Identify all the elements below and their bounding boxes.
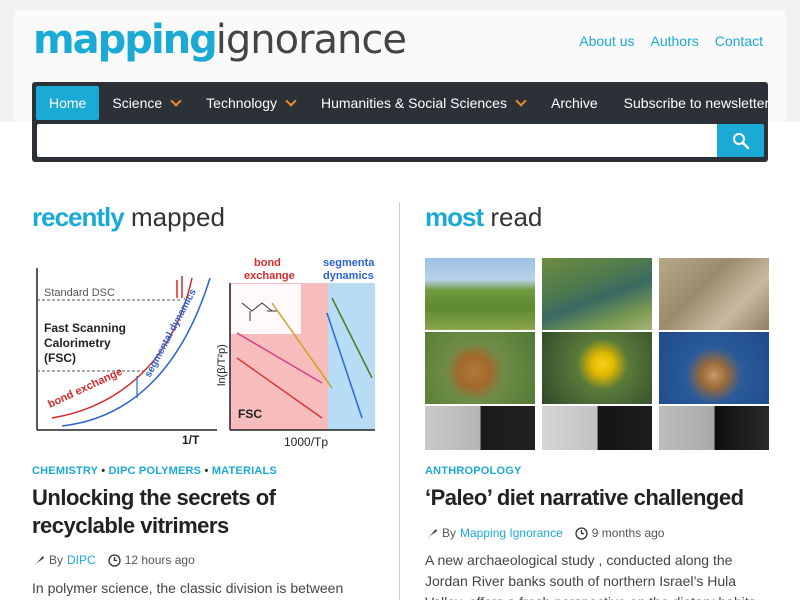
excerpt-line: A new archaeological study , conducted a… <box>425 552 733 568</box>
x-label-left: 1/T <box>182 433 200 447</box>
site-logo[interactable]: mappingignorance <box>33 16 407 64</box>
chevron-down-icon <box>515 95 527 107</box>
nav-item-label: Humanities & Social Sciences <box>321 95 507 111</box>
article-image-grid[interactable] <box>425 258 769 450</box>
article-categories: CHEMISTRY • DIPC POLYMERS • MATERIALS <box>32 465 277 477</box>
nav-item-label: Archive <box>550 95 598 111</box>
clock-icon <box>575 526 588 540</box>
fsc-line1: Fast Scanning <box>44 321 126 335</box>
standard-dsc-label: Standard DSC <box>44 287 115 299</box>
article-figure[interactable]: Standard DSC Fast Scanning Calorimetry (… <box>32 257 375 450</box>
fsc-line3: (FSC) <box>44 351 76 365</box>
author-link[interactable]: Mapping Ignorance <box>460 526 563 540</box>
authors-link[interactable]: Authors <box>651 33 699 49</box>
nav-item-science[interactable]: Science <box>99 86 193 120</box>
column-divider <box>399 202 400 600</box>
nav-item-home[interactable]: Home <box>36 86 100 120</box>
category-link[interactable]: DIPC POLYMERS <box>109 465 202 477</box>
by-label: By <box>442 526 457 540</box>
fsc-label-right: FSC <box>238 407 262 421</box>
bond-exchange-right-2: exchange <box>244 270 295 282</box>
y-label-right: ln(β/T²p) <box>216 344 228 386</box>
article-meta: By DIPC 12 hours ago <box>32 553 195 567</box>
article-meta: By Mapping Ignorance 9 months ago <box>425 526 664 540</box>
segmental-right-2: dynamics <box>323 270 374 282</box>
main-navigation: Home Science Technology Humanities & Soc… <box>32 82 769 162</box>
heading-normal: mapped <box>123 202 225 232</box>
segmental-right-1: segmenta <box>323 258 375 269</box>
photo-acorn <box>425 332 535 404</box>
nav-item-label: Science <box>112 95 163 111</box>
recently-mapped-heading: recently mapped <box>32 200 225 234</box>
search-input[interactable] <box>37 124 718 157</box>
article-time: 12 hours ago <box>124 553 195 567</box>
article-title[interactable]: Unlocking the secrets of recyclable vitr… <box>32 484 372 540</box>
photo-river <box>542 258 652 330</box>
nav-item-subscribe[interactable]: Subscribe to newsletter <box>611 86 783 120</box>
category-link[interactable]: CHEMISTRY <box>32 465 98 477</box>
article-title[interactable]: ‘Paleo’ diet narrative challenged <box>425 484 770 512</box>
x-label-right: 1000/Tp <box>284 435 328 449</box>
photo-tree <box>425 258 535 330</box>
category-separator: • <box>97 465 109 477</box>
quill-icon <box>427 528 437 539</box>
photo-microscopy-3 <box>659 406 769 450</box>
fsc-line2: Calorimetry <box>44 336 111 350</box>
article-time: 9 months ago <box>591 526 665 540</box>
photo-grass <box>659 258 769 330</box>
segmental-label: segmental dynamics <box>143 287 199 379</box>
article-excerpt: In polymer science, the classic division… <box>32 580 344 596</box>
author-link[interactable]: DIPC <box>67 553 96 567</box>
heading-bold: most <box>425 202 484 232</box>
by-label: By <box>49 553 64 567</box>
bond-exchange-label: bond exchange <box>46 366 124 411</box>
heading-bold: recently <box>32 202 125 232</box>
category-link[interactable]: MATERIALS <box>212 465 277 477</box>
search-icon <box>732 132 749 149</box>
top-links: About us Authors Contact <box>579 33 763 49</box>
excerpt-line: Jordan River banks south of northern Isr… <box>425 573 737 589</box>
about-us-link[interactable]: About us <box>579 33 634 49</box>
article-excerpt: A new archaeological study , conducted a… <box>425 550 770 600</box>
contact-link[interactable]: Contact <box>715 33 763 49</box>
category-separator: • <box>201 465 212 477</box>
nav-menu: Home Science Technology Humanities & Soc… <box>36 86 782 120</box>
category-link[interactable]: ANTHROPOLOGY <box>425 465 522 477</box>
photo-oats <box>659 332 769 404</box>
nav-item-technology[interactable]: Technology <box>193 86 308 120</box>
excerpt-line: Valley, offers a fresh perspective on th… <box>425 592 770 600</box>
photo-microscopy-2 <box>542 406 652 450</box>
chevron-down-icon <box>170 95 182 107</box>
most-read-heading: most read <box>425 200 542 234</box>
article-categories: ANTHROPOLOGY <box>425 465 522 477</box>
nav-item-label: Home <box>49 95 87 111</box>
bond-exchange-right-1: bond <box>254 258 281 269</box>
nav-item-label: Technology <box>206 95 277 111</box>
vitrimer-figure: Standard DSC Fast Scanning Calorimetry (… <box>36 257 375 449</box>
quill-icon <box>34 555 44 566</box>
nav-item-archive[interactable]: Archive <box>538 86 611 120</box>
photo-flower <box>542 332 652 404</box>
heading-normal: read <box>483 202 543 232</box>
search-button[interactable] <box>717 124 764 157</box>
photo-microscopy-1 <box>425 406 535 450</box>
logo-ignorance: ignorance <box>215 17 407 63</box>
nav-item-label: Subscribe to newsletter <box>623 95 770 111</box>
clock-icon <box>108 553 121 567</box>
nav-item-humanities[interactable]: Humanities & Social Sciences <box>308 86 538 120</box>
logo-mapping: mapping <box>33 17 218 63</box>
chevron-down-icon <box>285 95 297 107</box>
